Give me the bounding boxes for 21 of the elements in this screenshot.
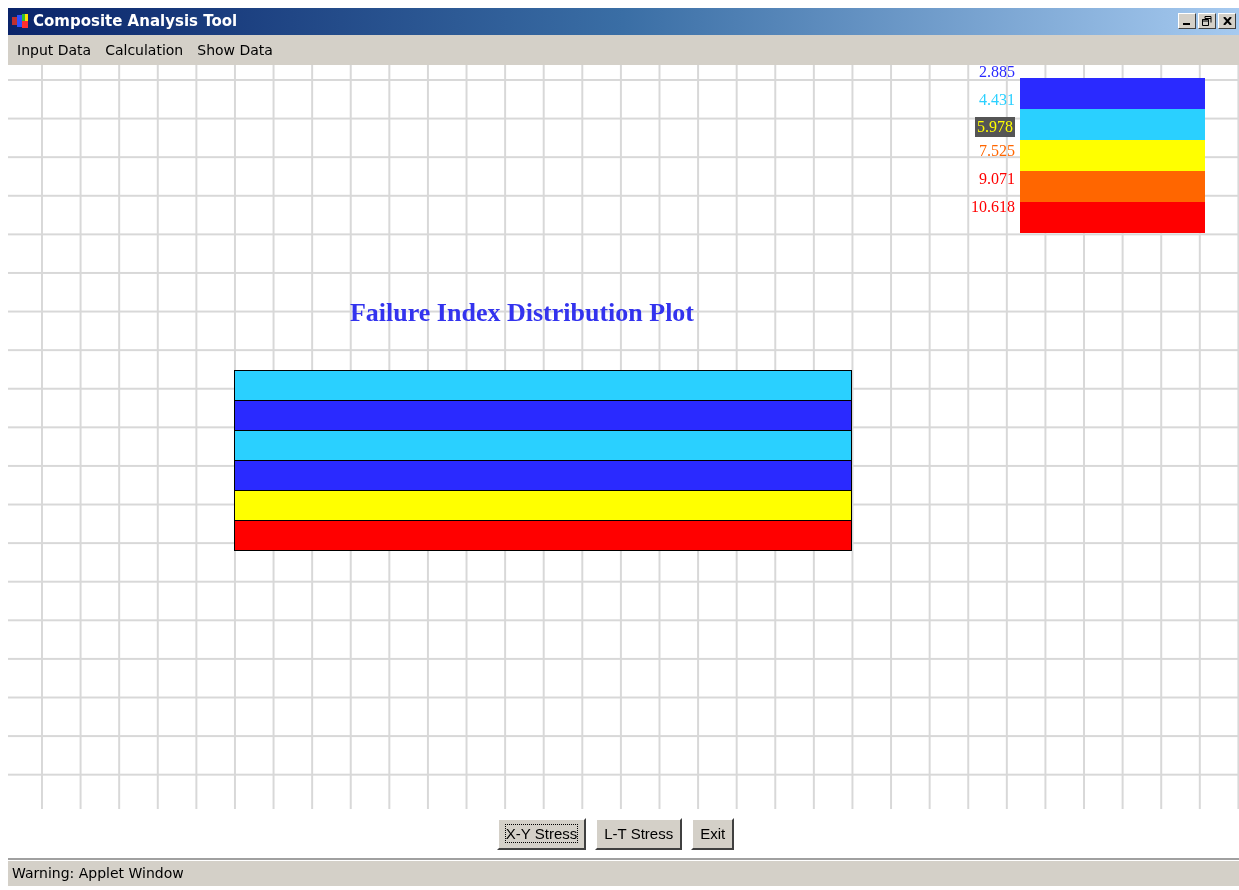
- close-button[interactable]: [1218, 13, 1236, 30]
- action-button[interactable]: X-Y Stress: [496, 817, 587, 850]
- minimize-button[interactable]: [1178, 13, 1196, 30]
- status-bar: Warning: Applet Window: [8, 860, 1239, 886]
- action-button[interactable]: Exit: [691, 817, 735, 850]
- legend-label: 5.978: [975, 117, 1015, 138]
- legend-label: 4.431: [978, 90, 1015, 111]
- restore-button[interactable]: [1198, 13, 1216, 30]
- menu-item[interactable]: Show Data: [190, 39, 280, 60]
- legend-label: 10.618: [970, 197, 1015, 218]
- menu-item[interactable]: Input Data: [10, 39, 99, 60]
- legend-label: 9.071: [978, 169, 1015, 190]
- plot-title: Failure Index Distribution Plot: [348, 297, 695, 328]
- legend-label: 2.885: [978, 61, 1015, 82]
- app-icon: [11, 13, 29, 30]
- window-title: Composite Analysis Tool: [33, 12, 239, 31]
- action-button[interactable]: L-T Stress: [595, 817, 683, 850]
- close-icon: [1222, 17, 1232, 26]
- legend-label: 7.525: [978, 140, 1015, 161]
- menu-item[interactable]: Calculation: [98, 39, 191, 60]
- restore-icon: [1202, 16, 1212, 27]
